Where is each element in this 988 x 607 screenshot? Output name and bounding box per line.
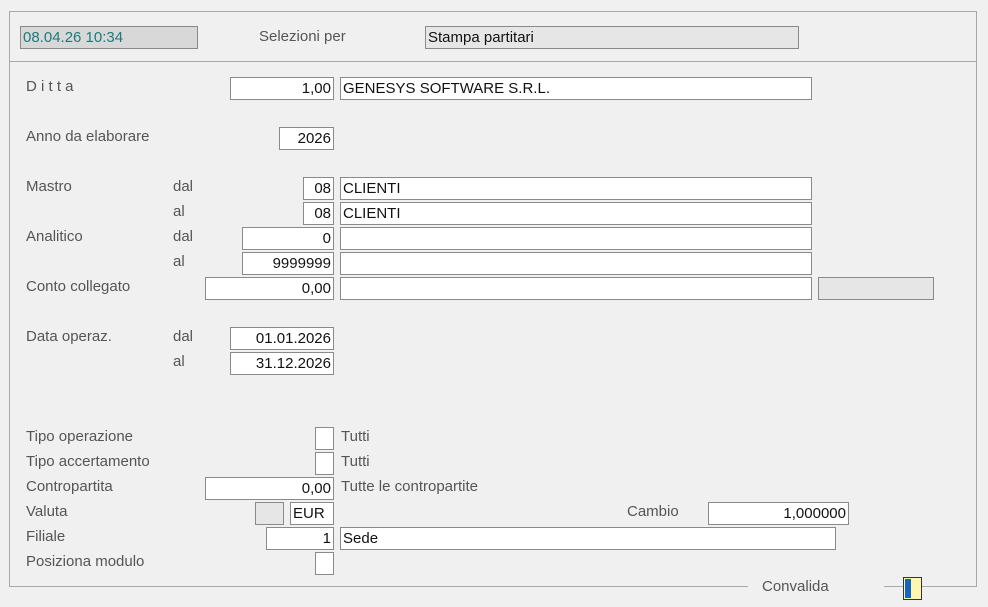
data-operaz-to-field[interactable]: 31.12.2026: [230, 352, 334, 375]
tipo-accertamento-field[interactable]: [315, 452, 334, 475]
mastro-to-code-field[interactable]: 08: [303, 202, 334, 225]
bottom-border-right: [884, 586, 976, 587]
mastro-from-code-field[interactable]: 08: [303, 177, 334, 200]
convalida-indicator-icon: [905, 579, 911, 598]
mastro-to-desc-field[interactable]: CLIENTI: [340, 202, 812, 225]
mastro-from-desc-field[interactable]: CLIENTI: [340, 177, 812, 200]
analitico-to-field[interactable]: 9999999: [242, 252, 334, 275]
selections-value: Stampa partitari: [425, 26, 799, 49]
ditta-label: D i t t a: [26, 78, 74, 95]
conto-collegato-desc-field[interactable]: [340, 277, 812, 300]
data-operaz-from-field[interactable]: 01.01.2026: [230, 327, 334, 350]
analitico-from-field[interactable]: 0: [242, 227, 334, 250]
conto-collegato-label: Conto collegato: [26, 278, 131, 295]
ditta-name-field[interactable]: GENESYS SOFTWARE S.R.L.: [340, 77, 812, 100]
filiale-code-field[interactable]: 1: [266, 527, 334, 550]
data-operaz-label: Data operaz.: [26, 328, 112, 345]
posiziona-modulo-label: Posiziona modulo: [26, 553, 145, 570]
ditta-code-field[interactable]: 1,00: [230, 77, 334, 100]
valuta-label: Valuta: [26, 503, 68, 520]
convalida-label: Convalida: [762, 578, 829, 595]
valuta-flag-field: [255, 502, 284, 525]
conto-collegato-field[interactable]: 0,00: [205, 277, 334, 300]
mastro-label: Mastro: [26, 178, 72, 195]
analitico-to-desc-field[interactable]: [340, 252, 812, 275]
mastro-to-label: al: [173, 203, 185, 220]
contropartita-field[interactable]: 0,00: [205, 477, 334, 500]
cambio-label: Cambio: [627, 503, 679, 520]
tipo-operazione-desc: Tutti: [341, 428, 370, 445]
tipo-operazione-label: Tipo operazione: [26, 428, 134, 445]
valuta-code-field[interactable]: EUR: [290, 502, 334, 525]
cambio-field[interactable]: 1,000000: [708, 502, 849, 525]
data-operaz-from-label: dal: [173, 328, 194, 345]
selections-label: Selezioni per: [259, 28, 346, 45]
tipo-accertamento-label: Tipo accertamento: [26, 453, 150, 470]
bottom-border-left: [9, 586, 748, 587]
mastro-from-label: dal: [173, 178, 194, 195]
analitico-label: Analitico: [26, 228, 83, 245]
posiziona-modulo-field[interactable]: [315, 552, 334, 575]
conto-collegato-extra-field: [818, 277, 934, 300]
filiale-label: Filiale: [26, 528, 66, 545]
filiale-desc-field[interactable]: Sede: [340, 527, 836, 550]
anno-field[interactable]: 2026: [279, 127, 334, 150]
analitico-from-label: dal: [173, 228, 194, 245]
contropartita-desc: Tutte le contropartite: [341, 478, 479, 495]
convalida-toggle[interactable]: [903, 577, 922, 600]
datetime-display: 08.04.26 10:34: [20, 26, 198, 49]
tipo-operazione-field[interactable]: [315, 427, 334, 450]
contropartita-label: Contropartita: [26, 478, 113, 495]
analitico-from-desc-field[interactable]: [340, 227, 812, 250]
analitico-to-label: al: [173, 253, 185, 270]
data-operaz-to-label: al: [173, 353, 185, 370]
anno-label: Anno da elaborare: [26, 128, 150, 145]
tipo-accertamento-desc: Tutti: [341, 453, 370, 470]
